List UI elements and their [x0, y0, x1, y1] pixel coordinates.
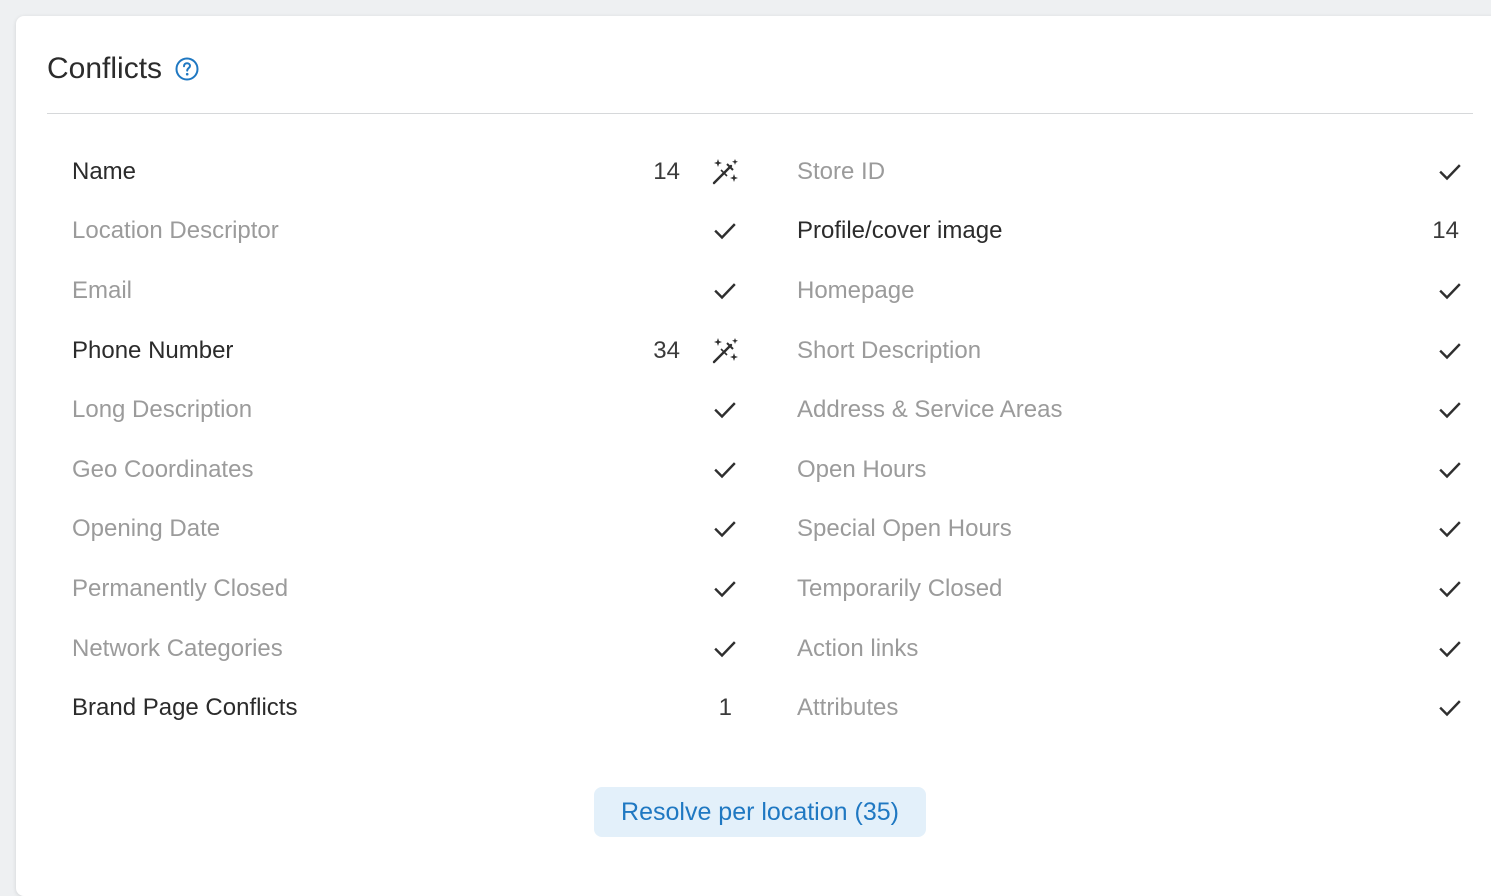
field-row: Short Description [797, 321, 1465, 381]
field-status [1437, 440, 1465, 500]
field-status [1437, 559, 1465, 619]
field-row: Location Descriptor [72, 202, 740, 262]
left-field-column: Name 14 Location Descriptor Email Phone Numb… [72, 142, 740, 738]
header-divider [47, 113, 1473, 114]
check-icon [1437, 278, 1463, 304]
field-label: Address & Service Areas [797, 396, 1063, 424]
field-row: Opening Date [72, 500, 740, 560]
field-status [1437, 619, 1465, 679]
check-icon [712, 516, 738, 542]
field-row: Geo Coordinates [72, 440, 740, 500]
check-icon [1437, 397, 1463, 423]
field-row: Action links [797, 619, 1465, 679]
field-label: Phone Number [72, 336, 234, 364]
field-row: Address & Service Areas [797, 380, 1465, 440]
field-row: Store ID [797, 142, 1465, 202]
check-icon [712, 576, 738, 602]
check-icon [712, 278, 738, 304]
field-label: Attributes [797, 694, 899, 722]
card-title: Conflicts [47, 52, 163, 85]
check-icon [1437, 636, 1463, 662]
field-label: Store ID [797, 157, 886, 185]
field-status: 14 [1432, 202, 1465, 262]
conflicts-card: Conflicts Name 14 Location Descriptor Email… [16, 16, 1491, 896]
field-status [712, 559, 740, 619]
check-icon [1437, 159, 1463, 185]
field-status: 34 [653, 321, 740, 381]
field-label: Location Descriptor [72, 217, 279, 245]
field-status [1437, 500, 1465, 560]
check-icon [712, 218, 738, 244]
field-label: Temporarily Closed [797, 574, 1003, 602]
field-status [712, 380, 740, 440]
field-label: Special Open Hours [797, 515, 1012, 543]
field-label: Homepage [797, 276, 915, 304]
card-header: Conflicts [47, 52, 200, 86]
conflict-count: 34 [653, 336, 680, 364]
field-status [712, 202, 740, 262]
right-field-column: Store ID Profile/cover image 14 Homepage Sho… [797, 142, 1465, 738]
field-row: Open Hours [797, 440, 1465, 500]
check-icon [1437, 576, 1463, 602]
field-row[interactable]: Brand Page Conflicts 1 [72, 678, 740, 738]
field-status [712, 619, 740, 679]
field-row[interactable]: Phone Number 34 [72, 321, 740, 381]
help-circle-icon[interactable] [174, 56, 200, 82]
magic-wand-icon[interactable] [710, 336, 740, 366]
field-status [1437, 678, 1465, 738]
check-icon [1437, 516, 1463, 542]
field-row: Temporarily Closed [797, 559, 1465, 619]
conflict-count: 14 [1432, 217, 1459, 245]
field-row: Homepage [797, 261, 1465, 321]
field-status [1437, 261, 1465, 321]
field-label: Profile/cover image [797, 217, 1003, 245]
resolve-per-location-button[interactable]: Resolve per location (35) [594, 787, 926, 837]
field-row: Network Categories [72, 619, 740, 679]
field-status [1437, 380, 1465, 440]
field-label: Short Description [797, 336, 982, 364]
field-label: Name [72, 157, 137, 185]
field-status [1437, 142, 1465, 202]
field-label: Long Description [72, 396, 253, 424]
field-status [712, 500, 740, 560]
check-icon [1437, 338, 1463, 364]
field-row[interactable]: Name 14 [72, 142, 740, 202]
check-icon [1437, 695, 1463, 721]
check-icon [712, 397, 738, 423]
field-status: 14 [653, 142, 740, 202]
field-row: Long Description [72, 380, 740, 440]
field-row: Permanently Closed [72, 559, 740, 619]
field-row[interactable]: Profile/cover image 14 [797, 202, 1465, 262]
magic-wand-icon[interactable] [710, 157, 740, 187]
conflict-count: 1 [718, 694, 732, 722]
check-icon [712, 457, 738, 483]
field-label: Action links [797, 634, 919, 662]
field-row: Email [72, 261, 740, 321]
field-status: 1 [719, 678, 740, 738]
check-icon [712, 636, 738, 662]
field-status [1437, 321, 1465, 381]
check-icon [1437, 457, 1463, 483]
field-label: Permanently Closed [72, 574, 289, 602]
field-row: Special Open Hours [797, 500, 1465, 560]
field-label: Geo Coordinates [72, 455, 254, 483]
field-row: Attributes [797, 678, 1465, 738]
field-status [712, 261, 740, 321]
field-label: Opening Date [72, 515, 221, 543]
conflict-count: 14 [653, 157, 680, 185]
field-status [712, 440, 740, 500]
field-label: Open Hours [797, 455, 927, 483]
field-label: Brand Page Conflicts [72, 694, 298, 722]
field-label: Email [72, 276, 133, 304]
field-label: Network Categories [72, 634, 283, 662]
